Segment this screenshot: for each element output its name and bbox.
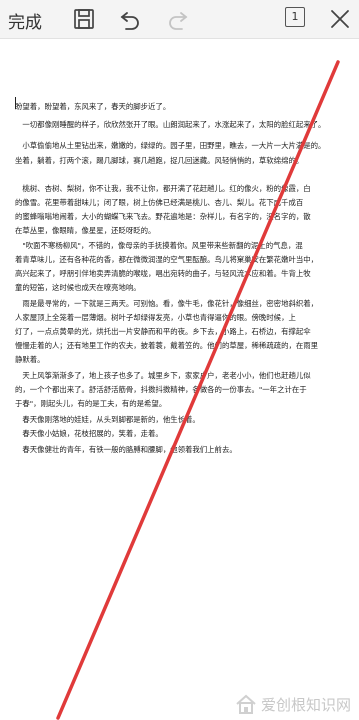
redo-icon[interactable]	[166, 7, 190, 31]
save-icon[interactable]	[72, 7, 96, 31]
paragraph-line: 春天像健壮的青年，有铁一般的胳膊和腰脚，他领着我们上前去。	[15, 445, 237, 454]
paragraph-line: 人家屋顶上全笼着一层薄烟。树叶子却绿得发亮，小草也青得逼你的眼。傍晚时候，上	[15, 313, 296, 322]
page-count-icon[interactable]: 1	[285, 7, 305, 27]
paragraph-line: "吹面不寒杨柳风"，不错的，像母亲的手抚摸着你。风里带来些新翻的泥土的气息，混	[15, 241, 303, 250]
watermark: 爱创根知识网	[235, 690, 351, 718]
paragraph-line: 盼望着，盼望着，东风来了，春天的脚步近了。	[15, 102, 171, 111]
paragraph-line: 于春"，刚起头儿，有的是工夫，有的是希望。	[15, 399, 167, 408]
text-cursor	[15, 97, 16, 109]
paragraph-line: 雨是最寻常的，一下就是三两天。可别恼。看，像牛毛，像花针，像细丝，密密地斜织着，	[15, 299, 319, 308]
paragraph-line: 高兴起来了，呼朋引伴地卖弄清脆的喉咙，唱出宛转的曲子，与轻风流水应和着。牛背上牧	[15, 269, 311, 278]
undo-icon[interactable]	[118, 7, 142, 31]
paragraph-line: 小草偷偷地从土里钻出来，嫩嫩的，绿绿的。园子里，田野里，瞧去，一大片一大片满是的…	[15, 141, 326, 150]
paragraph-line: 静默着。	[15, 355, 45, 364]
paragraph-line: 慢慢走着的人；还有地里工作的农夫，披着蓑，戴着笠的。他们的草屋，稀稀疏疏的，在雨…	[15, 341, 319, 350]
paragraph-line: 春天像刚落地的娃娃，从头到脚都是新的，他生长着。	[15, 415, 200, 424]
document-body[interactable]: 盼望着，盼望着，东风来了，春天的脚步近了。 一切都像刚睡醒的样子，欣欣然张开了眼…	[0, 96, 359, 616]
paragraph-line: 坐着，躺着，打两个滚，踢几脚球，赛几趟跑，捉几回迷藏。风轻悄悄的，草软绵绵的。	[15, 156, 304, 165]
paragraph-line: 着青草味儿，还有各种花的香，都在微微润湿的空气里酝酿。鸟儿将窠巢安在繁花嫩叶当中…	[15, 255, 319, 264]
watermark-text: 爱创根知识网	[260, 695, 351, 714]
house-logo-icon	[236, 694, 256, 714]
paragraph-line: 天上风筝渐渐多了，地上孩子也多了。城里乡下，家家户户，老老小小，他们也赶趟儿似	[15, 371, 311, 380]
editor-toolbar: 完成 1	[0, 0, 359, 39]
paragraph-line: 春天像小姑娘，花枝招展的，笑着，走着。	[15, 429, 163, 438]
paragraph-line: 的，一个个都出来了。舒活舒活筋骨，抖擞抖擞精神，各做各的一份事去。"一年之计在于	[15, 385, 307, 394]
paragraph-line: 的蜜蜂嗡嗡地闹着，大小的蝴蝶飞来飞去。野花遍地是：杂样儿，有名字的，没名字的，散	[15, 212, 311, 221]
paragraph-line: 童的短笛，这时候也成天在嘹亮地响。	[15, 283, 141, 292]
paragraph-line: 在草丛里，像眼睛，像星星，还眨呀眨的。	[15, 226, 156, 235]
paragraph-line: 的像雪。花里带着甜味儿；闭了眼，树上仿佛已经满是桃儿、杏儿、梨儿。花下成千成百	[15, 198, 304, 207]
close-icon[interactable]	[328, 7, 352, 31]
paragraph-line: 桃树、杏树、梨树，你不让我，我不让你，都开满了花赶趟儿。红的像火，粉的像霞，白	[15, 184, 311, 193]
paragraph-line: 灯了，一点点黄晕的光，烘托出一片安静而和平的夜。乡下去，小路上，石桥边，有撑起伞	[15, 327, 311, 336]
done-button[interactable]: 完成	[8, 8, 42, 33]
paragraph-line: 一切都像刚睡醒的样子，欣欣然张开了眼。山朗润起来了，水涨起来了，太阳的脸红起来了…	[15, 120, 326, 129]
